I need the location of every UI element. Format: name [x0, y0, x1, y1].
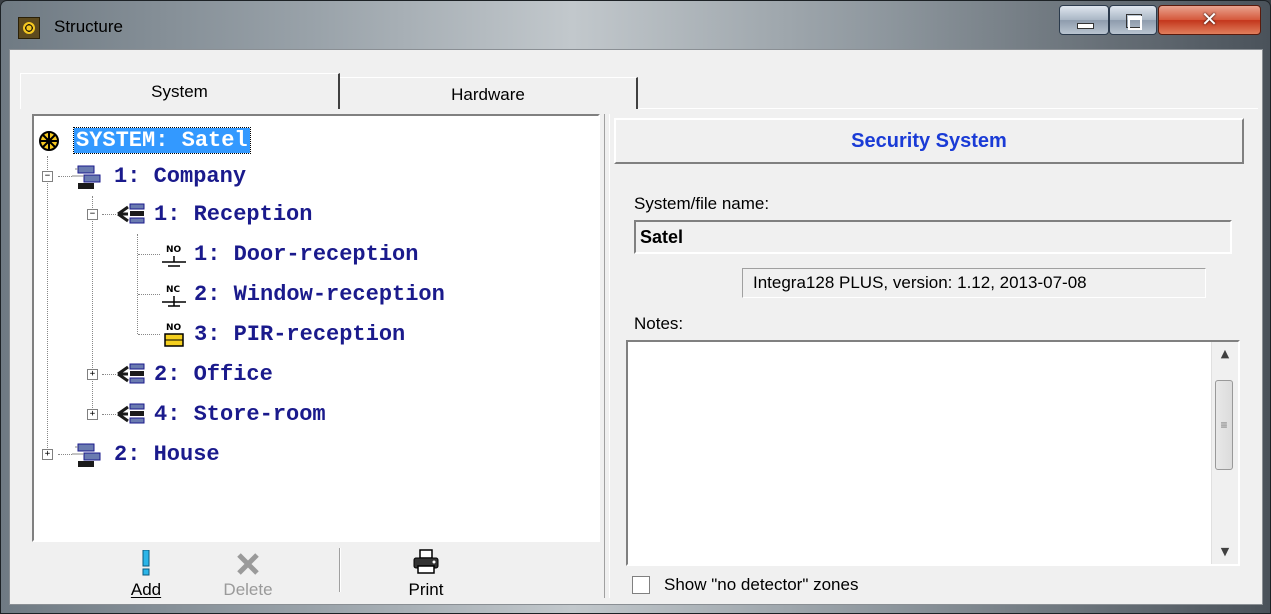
- partition-icon: [117, 403, 145, 424]
- tree-node-company[interactable]: 1: Company: [114, 164, 246, 189]
- scroll-up-icon[interactable]: ▲: [1212, 342, 1238, 366]
- tree-node-pir-reception[interactable]: 3: PIR-reception: [194, 322, 405, 347]
- collapse-toggle[interactable]: −: [87, 209, 98, 220]
- svg-text:NO: NO: [166, 245, 182, 255]
- notes-scrollbar[interactable]: ▲ ≡ ▼: [1211, 342, 1238, 564]
- expand-toggle[interactable]: +: [87, 409, 98, 420]
- delete-label: Delete: [223, 580, 273, 599]
- tree-node-office[interactable]: 2: Office: [154, 362, 273, 387]
- print-label: Print: [408, 580, 444, 599]
- print-button[interactable]: Print: [386, 546, 466, 600]
- object-icon: [72, 165, 101, 189]
- nc-zone-icon: NC: [162, 285, 186, 307]
- structure-window: Structure ✕ System Hardware SYSTEM: Sate…: [0, 0, 1271, 614]
- add-icon: [142, 550, 150, 576]
- add-label: Add: [130, 580, 162, 599]
- sysname-label: System/file name:: [634, 194, 770, 213]
- details-header: Security System: [614, 118, 1244, 164]
- expand-toggle[interactable]: +: [87, 369, 98, 380]
- no-zone-icon: NO: [162, 245, 186, 267]
- system-root-icon: [39, 131, 59, 151]
- title-bar[interactable]: Structure ✕: [1, 1, 1270, 49]
- tree-node-house[interactable]: 2: House: [114, 442, 220, 467]
- tree-node-door-reception[interactable]: 1: Door-reception: [194, 242, 418, 267]
- svg-text:NC: NC: [166, 285, 181, 295]
- structure-tree[interactable]: SYSTEM: Satel − 1: Company − 1: Receptio…: [32, 114, 600, 542]
- tree-node-window-reception[interactable]: 2: Window-reception: [194, 282, 445, 307]
- window-title: Structure: [54, 17, 123, 36]
- panel-splitter[interactable]: [604, 114, 610, 598]
- delete-button[interactable]: Delete: [208, 546, 288, 600]
- pir-zone-icon: NO: [164, 323, 184, 347]
- maximize-icon: [1126, 14, 1142, 30]
- show-no-detector-checkbox[interactable]: [632, 576, 650, 594]
- notes-label: Notes:: [634, 314, 684, 333]
- scroll-down-icon[interactable]: ▼: [1212, 540, 1238, 564]
- add-button[interactable]: Add: [106, 546, 186, 600]
- partition-icon: [117, 363, 145, 384]
- tree-node-store-room[interactable]: 4: Store-room: [154, 402, 326, 427]
- expand-toggle[interactable]: +: [42, 449, 53, 460]
- show-no-detector-label[interactable]: Show "no detector" zones: [664, 575, 858, 595]
- tree-node-reception[interactable]: 1: Reception: [154, 202, 312, 227]
- tab-system[interactable]: System: [20, 73, 340, 109]
- delete-icon: [237, 553, 259, 575]
- tab-hardware[interactable]: Hardware: [340, 77, 638, 109]
- details-panel: Security System System/file name: Satel …: [614, 114, 1250, 602]
- sysname-field[interactable]: Satel: [634, 220, 1232, 254]
- object-icon: [72, 443, 101, 467]
- maximize-button[interactable]: [1109, 5, 1157, 35]
- close-button[interactable]: ✕: [1158, 5, 1261, 35]
- satel-app-icon: [18, 17, 40, 39]
- tree-root-system[interactable]: SYSTEM: Satel: [73, 127, 251, 154]
- svg-text:NO: NO: [166, 323, 182, 333]
- printer-icon: [413, 549, 439, 574]
- partition-icon: [117, 203, 145, 224]
- version-info: Integra128 PLUS, version: 1.12, 2013-07-…: [742, 268, 1206, 298]
- notes-textarea[interactable]: ▲ ≡ ▼: [626, 340, 1240, 566]
- tree-toolbar: Add Delete Print: [32, 544, 600, 602]
- scroll-thumb[interactable]: ≡: [1215, 380, 1233, 470]
- client-area: System Hardware SYSTEM: Satel − 1: Compa…: [9, 49, 1263, 605]
- close-icon: ✕: [1201, 7, 1218, 31]
- minimize-button[interactable]: [1059, 5, 1109, 35]
- minimize-icon: [1077, 23, 1094, 29]
- collapse-toggle[interactable]: −: [42, 171, 53, 182]
